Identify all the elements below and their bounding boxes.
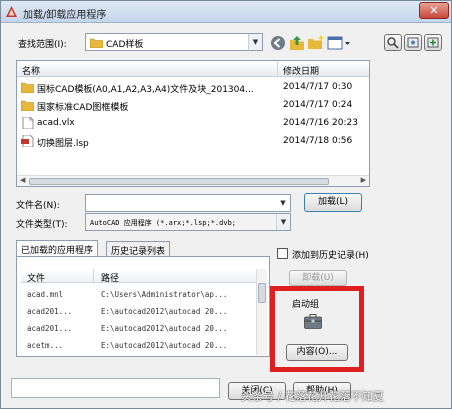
add-to-history-label: 添加到历史记录(H): [292, 251, 369, 261]
close-window-button[interactable]: ✕: [419, 2, 449, 19]
horizontal-scrollbar[interactable]: ◀ ▶: [17, 175, 369, 186]
column-header-path[interactable]: 路径: [101, 271, 119, 284]
contents-button-label: 内容(O)...: [296, 347, 338, 357]
chevron-down-icon: ▼: [276, 214, 290, 230]
file-name: acad.vlx: [37, 118, 75, 128]
close-icon: ✕: [429, 4, 439, 17]
briefcase-icon: [304, 314, 322, 329]
app-file: acad.mnl: [27, 290, 64, 299]
view-menu-icon[interactable]: [327, 34, 351, 52]
scrollbar-thumb[interactable]: [29, 178, 329, 185]
app-path: E:\autocad2012\autocad 20...: [101, 324, 228, 333]
up-folder-icon[interactable]: [288, 34, 306, 52]
app-file: acad201...: [27, 324, 73, 333]
column-divider[interactable]: [93, 269, 94, 283]
folder-icon: [21, 82, 34, 93]
file-name: 国家标准CAD图框模板: [37, 103, 129, 113]
file-list[interactable]: 名称 修改日期 国标CAD模板(A0,A1,A2,A3,A4)文件及块_2013…: [16, 60, 370, 187]
look-in-dropdown[interactable]: CAD样板 ▼: [85, 33, 263, 51]
file-name-input[interactable]: ▼: [85, 194, 291, 212]
chevron-down-icon: ▼: [248, 34, 262, 50]
loaded-applications-panel: 文件 路径 acad.mnl C:\Users\Administrator\ap…: [16, 256, 270, 357]
file-date: 2014/7/16 20:23: [283, 118, 358, 128]
add-icon: [427, 37, 439, 48]
scrollbar-thumb[interactable]: [258, 283, 266, 303]
column-divider[interactable]: [277, 61, 278, 77]
startup-contents-button[interactable]: 内容(O)...: [286, 344, 348, 361]
table-row[interactable]: acad.mnl C:\Users\Administrator\ap...: [21, 287, 261, 302]
tab-loaded-applications[interactable]: 已加载的应用程序: [16, 240, 99, 257]
file-date: 2014/7/18 0:56: [283, 136, 353, 146]
new-folder-icon[interactable]: [307, 34, 325, 52]
scroll-left-icon[interactable]: ◀: [20, 176, 25, 184]
file-list-header: 名称 修改日期: [17, 61, 369, 77]
lsp-file-icon: [21, 135, 34, 147]
file-type-value: AutoCAD 应用程序 (*.arx;*.lsp;*.dvb;: [90, 219, 237, 227]
tools-button[interactable]: [404, 34, 422, 51]
status-field: [11, 378, 220, 398]
column-header-file[interactable]: 文件: [27, 271, 45, 284]
back-icon[interactable]: [269, 34, 287, 52]
file-date: 2014/7/17 0:24: [283, 100, 353, 110]
column-header-name[interactable]: 名称: [22, 64, 40, 77]
file-icon: [22, 117, 34, 129]
list-item[interactable]: 切换图层.lsp 2014/7/18 0:56: [17, 133, 369, 150]
app-path: C:\Users\Administrator\ap...: [101, 290, 228, 299]
unload-button[interactable]: 卸载(U): [289, 270, 347, 286]
chevron-down-icon: ▼: [276, 195, 290, 211]
list-item[interactable]: 国家标准CAD图框模板 2014/7/17 0:24: [17, 97, 369, 114]
file-name: 国标CAD模板(A0,A1,A2,A3,A4)文件及块_201304...: [37, 85, 254, 95]
file-type-label: 文件类型(T):: [16, 220, 68, 230]
app-path: E:\autocad2012\autocad 20...: [101, 307, 228, 316]
vertical-scrollbar[interactable]: [256, 269, 267, 355]
app-file: acetm...: [27, 341, 64, 350]
list-item[interactable]: acad.vlx 2014/7/16 20:23: [17, 115, 369, 132]
unload-button-label: 卸载(U): [302, 273, 334, 283]
file-type-dropdown[interactable]: AutoCAD 应用程序 (*.arx;*.lsp;*.dvb; ▼: [85, 213, 291, 231]
column-header-date[interactable]: 修改日期: [283, 64, 319, 77]
tab-history-list[interactable]: 历史记录列表: [106, 241, 171, 257]
folder-icon: [90, 38, 103, 48]
file-date: 2014/7/17 0:30: [283, 82, 353, 92]
scroll-right-icon[interactable]: ▶: [361, 176, 366, 184]
load-button-label: 加载(L): [317, 197, 349, 207]
loaded-apps-header: 文件 路径: [21, 269, 261, 284]
tab-label: 已加载的应用程序: [21, 246, 94, 256]
file-name: 切换图层.lsp: [37, 139, 89, 149]
load-button[interactable]: 加载(L): [304, 193, 362, 212]
table-row[interactable]: acad201... E:\autocad2012\autocad 20...: [21, 304, 261, 319]
table-row[interactable]: acad201... E:\autocad2012\autocad 20...: [21, 321, 261, 336]
add-to-history-checkbox[interactable]: [277, 248, 288, 259]
load-unload-applications-dialog: 加载/卸载应用程序 ✕ 查找范围(I): CAD样板 ▼ 名称 修改日期 国标C…: [0, 0, 452, 409]
app-path: E:\autocad2012\autocad 20...: [101, 341, 228, 350]
app-file: acad201...: [27, 307, 73, 316]
tools-icon: [407, 37, 419, 48]
list-item[interactable]: 国标CAD模板(A0,A1,A2,A3,A4)文件及块_201304... 20…: [17, 79, 369, 96]
autocad-app-icon: [6, 6, 17, 17]
look-in-value: CAD样板: [106, 40, 144, 50]
watermark: 头条号 / 花落花开花落不知夏: [241, 390, 384, 403]
table-row[interactable]: acetm... E:\autocad2012\autocad 20...: [21, 338, 261, 352]
file-name-label: 文件名(N):: [16, 201, 60, 211]
add-favorite-button[interactable]: [424, 34, 442, 51]
startup-suite-label: 启动组: [292, 300, 320, 310]
title-bar[interactable]: 加载/卸载应用程序 ✕: [1, 1, 451, 23]
window-title: 加载/卸载应用程序: [23, 10, 107, 21]
search-icon: [387, 37, 399, 49]
look-in-label: 查找范围(I):: [18, 40, 67, 50]
search-button[interactable]: [384, 34, 402, 51]
folder-icon: [21, 100, 34, 111]
